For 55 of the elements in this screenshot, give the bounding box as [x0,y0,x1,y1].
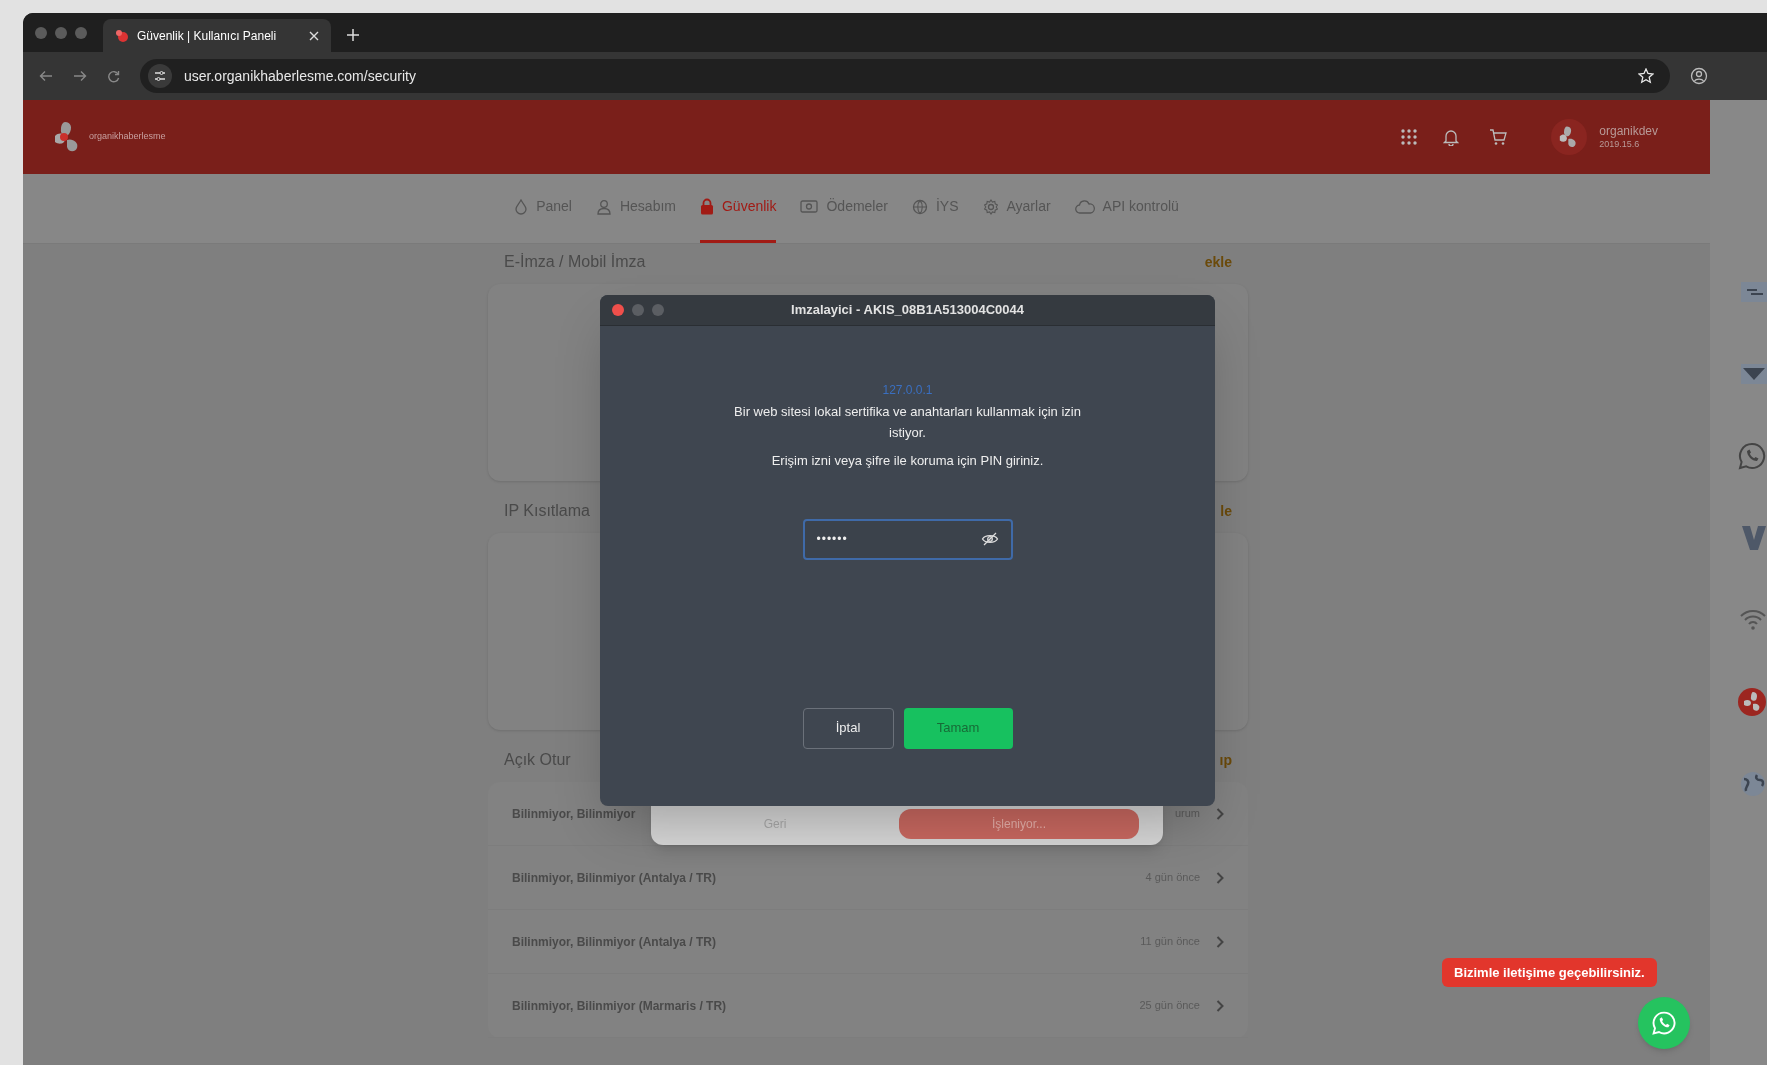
apps-grid-icon[interactable] [1401,129,1418,145]
user-avatar[interactable] [1551,119,1588,155]
tab-title: Güvenlik | Kullanıcı Paneli [137,27,278,45]
section-action-link[interactable]: ekle [1204,251,1232,273]
globe-icon [911,198,928,215]
chevron-right-icon[interactable] [1216,871,1224,884]
bookmark-star-icon[interactable] [1638,68,1654,84]
lock-icon [700,198,714,215]
host-address: 127.0.0.1 [882,382,933,399]
session-location: Bilinmiyor, Bilinmiyor (Antalya / TR) [512,933,718,951]
list-lines-icon[interactable] [1741,282,1767,302]
cloud-icon [1074,199,1095,214]
forward-icon[interactable] [73,70,87,82]
wifi-icon[interactable] [1739,609,1767,631]
nav-tab[interactable]: Güvenlik [700,173,777,243]
profile-icon[interactable] [1690,67,1708,85]
user-id: 2019.15.6 [1599,138,1641,151]
section-action-link[interactable]: le [1220,500,1232,522]
pin-prompt: Erişim izni veya şifre ile koruma için PIN giriniz. [771,452,1044,470]
url-text: user.organikhaberlesme.com/security [184,66,417,86]
cancel-button[interactable]: İptal [802,707,894,749]
processing-button[interactable]: İşleniyor... [899,809,1139,839]
whatsapp-icon [1651,1010,1677,1036]
settings-icon [982,198,999,215]
session-location: Bilinmiyor, Bilinmiyor (Marmaris / TR) [512,997,728,1015]
reload-icon[interactable] [107,69,120,83]
pin-field[interactable]: •••••• [802,518,1013,560]
cart-icon[interactable] [1489,128,1508,146]
v-letter-icon[interactable] [1741,524,1767,552]
logo-text: organikhaberlesme [89,130,166,144]
close-icon[interactable] [309,30,319,41]
new-tab-icon[interactable] [347,29,359,41]
user-icon [595,198,612,215]
chevron-right-icon[interactable] [1216,935,1224,948]
logo-badge-icon[interactable] [1737,687,1767,717]
notification-bell-icon[interactable] [1443,128,1460,146]
dialog-title: Imzalayici - AKIS_08B1A513004C0044 [790,301,1025,320]
drop-icon [514,198,529,215]
chevron-right-icon[interactable] [1216,807,1224,820]
pin-value: •••••• [816,531,849,548]
permission-message: Bir web sitesi lokal sertifika ve anahtarları kullanmak için izin istiyor. [733,403,1082,442]
address-bar[interactable]: user.organikhaberlesme.com/security [140,59,1670,93]
contact-bubble[interactable]: Bizimle iletişime geçebilirsiniz. [1442,958,1657,987]
logo-icon [115,28,129,43]
user-name: organikdev [1599,123,1658,139]
chevron-right-icon[interactable] [1216,999,1224,1012]
whatsapp-icon[interactable] [1737,441,1767,471]
ok-button[interactable]: Tamam [903,707,1013,749]
session-location: Bilinmiyor, Bilinmiyor (Antalya / TR) [512,869,718,887]
banknote-icon [800,199,819,214]
eye-slash-icon[interactable] [980,531,999,547]
back-icon[interactable] [39,70,53,82]
browser-tab[interactable]: Güvenlik | Kullanıcı Paneli [103,19,331,52]
section-action-link[interactable]: ıp [1219,749,1232,771]
site-settings-icon[interactable] [148,64,172,88]
